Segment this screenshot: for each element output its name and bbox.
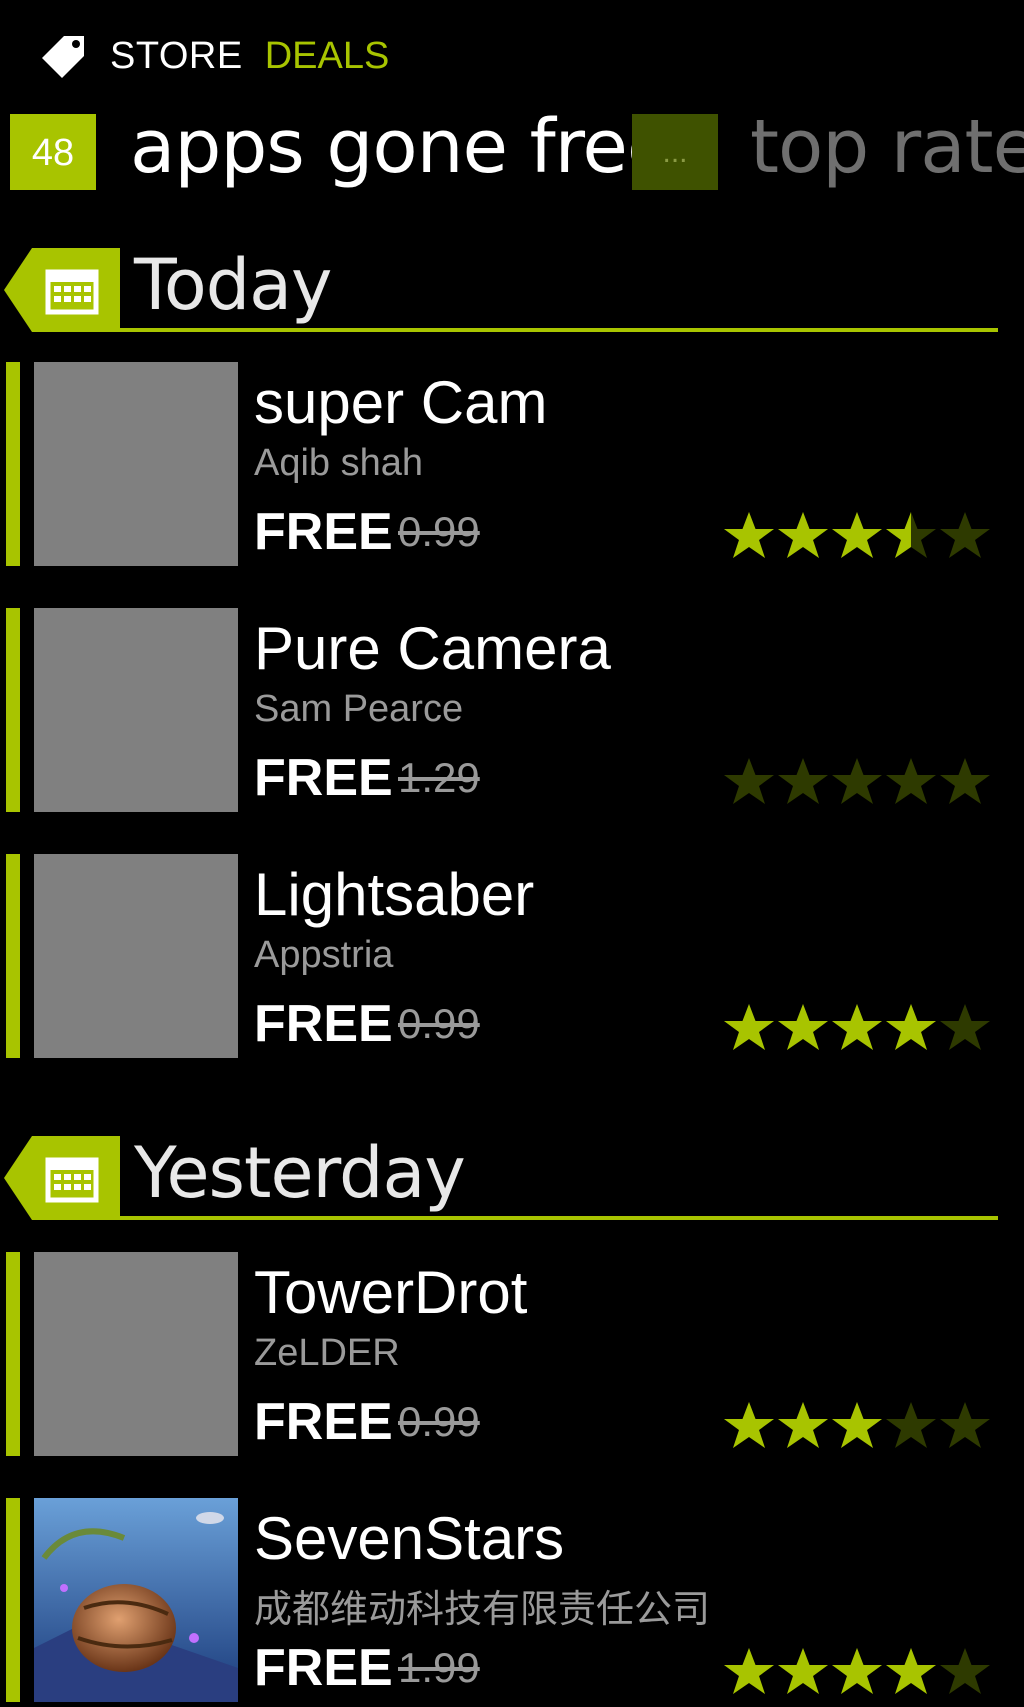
star-icon — [884, 1400, 938, 1452]
app-old-price: 1.29 — [398, 754, 480, 801]
app-price: FREE — [254, 503, 393, 561]
store-label: STORE — [110, 34, 243, 77]
pivot-title-apps-gone-free[interactable]: apps gone free — [130, 110, 672, 190]
app-developer: Sam Pearce — [254, 688, 464, 730]
calendar-icon — [4, 1136, 120, 1220]
star-icon — [938, 510, 992, 562]
accent-bar — [6, 608, 20, 812]
star-icon — [938, 1002, 992, 1054]
star-icon — [884, 1002, 938, 1054]
star-icon — [830, 1646, 884, 1698]
accent-bar — [6, 854, 20, 1058]
app-list-item[interactable]: Lightsaber Appstria FREE 0.99 — [0, 854, 1000, 1058]
star-icon — [776, 1002, 830, 1054]
star-icon — [722, 510, 776, 562]
app-price: FREE — [254, 749, 393, 807]
star-icon — [722, 1646, 776, 1698]
app-old-price: 0.99 — [398, 508, 480, 555]
section-header-yesterday: Yesterday — [0, 1132, 1000, 1222]
pivot-header: 48 apps gone free ... top rated — [10, 110, 1024, 190]
accent-bar — [6, 1252, 20, 1456]
section-label: Yesterday — [134, 1132, 466, 1214]
app-list-item[interactable]: super Cam Aqib shah FREE 0.99 — [0, 362, 1000, 566]
tag-icon — [42, 36, 84, 78]
app-name: TowerDrot — [254, 1259, 528, 1326]
star-icon — [776, 510, 830, 562]
store-header: STORE DEALS — [34, 28, 389, 84]
rating-stars — [722, 1002, 992, 1054]
star-icon — [938, 1646, 992, 1698]
star-icon — [830, 1400, 884, 1452]
star-icon — [884, 756, 938, 808]
app-old-price: 0.99 — [398, 1000, 480, 1047]
section-header-today: Today — [0, 244, 1000, 334]
section-divider — [116, 328, 998, 332]
app-price: FREE — [254, 1393, 393, 1451]
rating-stars — [722, 756, 992, 808]
star-icon — [830, 756, 884, 808]
rating-stars — [722, 510, 992, 562]
star-icon — [830, 1002, 884, 1054]
app-old-price: 0.99 — [398, 1398, 480, 1445]
app-price: FREE — [254, 1639, 393, 1697]
star-icon — [776, 1400, 830, 1452]
app-thumbnail — [34, 362, 238, 566]
star-icon — [884, 510, 938, 562]
app-thumbnail — [34, 1252, 238, 1456]
star-icon — [776, 756, 830, 808]
app-price: FREE — [254, 995, 393, 1053]
rating-stars — [722, 1646, 992, 1698]
star-icon — [938, 756, 992, 808]
accent-bar — [6, 362, 20, 566]
next-pivot-badge[interactable]: ... — [632, 114, 718, 190]
star-icon — [722, 1002, 776, 1054]
app-developer: Appstria — [254, 934, 394, 976]
star-icon — [884, 1646, 938, 1698]
calendar-icon — [4, 248, 120, 332]
rating-stars — [722, 1400, 992, 1452]
accent-bar — [6, 1498, 20, 1702]
game-artwork-image — [34, 1498, 238, 1702]
section-divider — [116, 1216, 998, 1220]
app-list-item[interactable]: SevenStars 成都维动科技有限责任公司 FREE 1.99 — [0, 1498, 1000, 1702]
app-developer: 成都维动科技有限责任公司 — [254, 1589, 711, 1631]
star-icon — [776, 1646, 830, 1698]
app-thumbnail — [34, 608, 238, 812]
pivot-title-top-rated[interactable]: top rated — [750, 110, 1024, 190]
app-old-price: 1.99 — [398, 1644, 480, 1691]
section-label: Today — [134, 244, 332, 326]
app-thumbnail — [34, 854, 238, 1058]
app-name: Pure Camera — [254, 615, 611, 682]
star-icon — [722, 756, 776, 808]
app-list-item[interactable]: TowerDrot ZeLDER FREE 0.99 — [0, 1252, 1000, 1456]
app-name: SevenStars — [254, 1505, 565, 1572]
app-developer: Aqib shah — [254, 442, 424, 484]
app-name: super Cam — [254, 369, 548, 436]
app-name: Lightsaber — [254, 861, 535, 928]
app-developer: ZeLDER — [254, 1332, 400, 1374]
count-badge: 48 — [10, 114, 96, 190]
star-icon — [722, 1400, 776, 1452]
deals-label: DEALS — [264, 34, 390, 77]
app-thumbnail — [34, 1498, 238, 1702]
app-list-item[interactable]: Pure Camera Sam Pearce FREE 1.29 — [0, 608, 1000, 812]
star-icon — [830, 510, 884, 562]
star-icon — [938, 1400, 992, 1452]
